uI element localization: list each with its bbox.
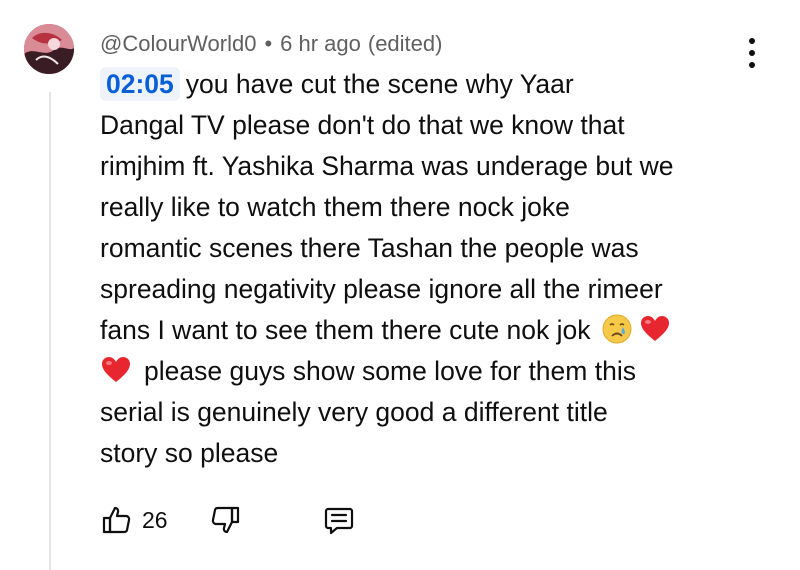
comment-line-3: rimjhim ft. Yashika Sharma was underage … (100, 151, 674, 181)
thumbs-down-icon (211, 506, 239, 534)
comment-line-10: story so please (100, 438, 279, 468)
comment-line-2: Dangal TV please don't do that we know t… (100, 110, 625, 140)
timestamp-link[interactable]: 02:05 (100, 67, 180, 101)
comment-line-7: fans I want to see them there cute nok j… (100, 310, 760, 351)
dislike-button[interactable] (208, 503, 242, 537)
thread-line (49, 92, 51, 570)
crying-face-emoji (601, 313, 633, 345)
author-name[interactable]: @ColourWorld0 (100, 31, 256, 57)
red-heart-emoji (639, 313, 671, 345)
comment-line-1: 02:05 you have cut the scene why Yaar (100, 64, 760, 105)
comment-actions: 26 (100, 500, 356, 540)
menu-dot (749, 50, 755, 56)
comment-line-5: romantic scenes there Tashan the people … (100, 233, 639, 263)
meta-separator: • (264, 31, 273, 56)
comment-time[interactable]: 6 hr ago (280, 31, 361, 57)
comment-header: @ColourWorld0 • 6 hr ago (edited) (100, 30, 442, 58)
comment-line-8: please guys show some love for them this (100, 351, 760, 392)
edited-label: (edited) (367, 31, 443, 56)
like-button[interactable] (100, 503, 134, 537)
thumbs-up-icon (102, 506, 131, 534)
menu-dot (749, 38, 755, 44)
comment-line-text: fans I want to see them there cute nok j… (100, 315, 591, 345)
reply-button[interactable] (322, 503, 356, 537)
avatar-image (24, 24, 74, 74)
like-count: 26 (142, 506, 168, 533)
avatar[interactable] (24, 24, 74, 74)
comment-text: 02:05 you have cut the scene why Yaar Dan… (100, 64, 760, 474)
red-heart-emoji (100, 354, 132, 386)
comment-line-4: really like to watch them there nock jok… (100, 192, 570, 222)
comment-line-text: please guys show some love for them this (144, 356, 636, 386)
comment-line-6: spreading negativity please ignore all t… (100, 274, 663, 304)
comment-line-text: you have cut the scene why Yaar (185, 69, 574, 99)
comment-line-9: serial is genuinely very good a differen… (100, 397, 608, 427)
reply-icon (324, 507, 353, 535)
